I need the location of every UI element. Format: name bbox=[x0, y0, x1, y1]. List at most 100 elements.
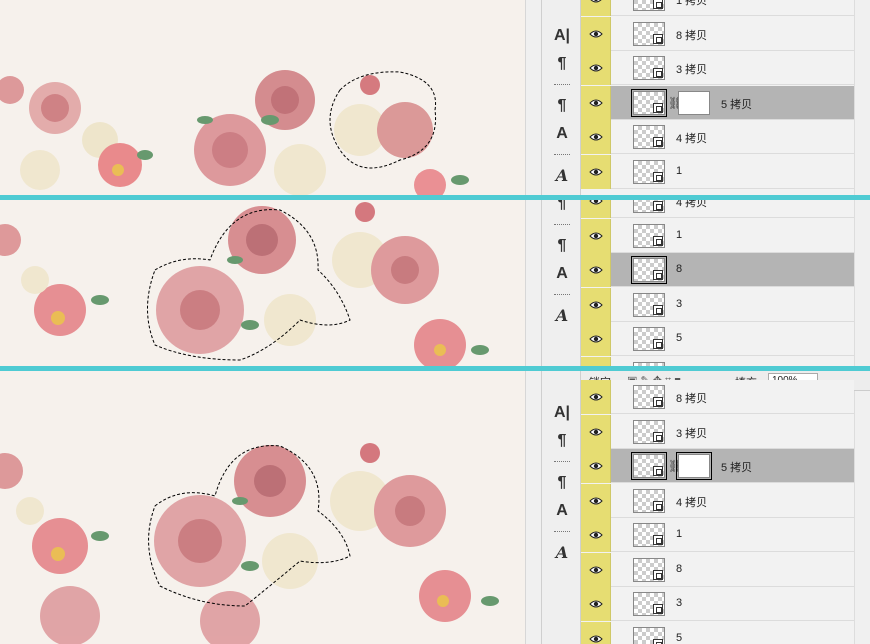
layer-thumbnail[interactable] bbox=[633, 21, 665, 46]
layer-row[interactable]: 3 bbox=[581, 587, 854, 621]
visibility-eye-icon[interactable] bbox=[581, 449, 611, 483]
layer-row[interactable]: ⛓ 5 拷贝 bbox=[581, 449, 854, 483]
layer-row[interactable]: 1 bbox=[581, 218, 854, 253]
layer-name: 8 拷贝 bbox=[676, 393, 708, 405]
layer-thumbnail[interactable] bbox=[631, 256, 667, 284]
character-panel-icon[interactable]: A| bbox=[552, 26, 572, 46]
layer-thumbnail[interactable] bbox=[633, 327, 665, 351]
layer-row[interactable] bbox=[581, 356, 854, 366]
layer-thumbnail[interactable] bbox=[633, 223, 665, 248]
smart-object-icon bbox=[653, 0, 663, 9]
layer-row[interactable]: 4 拷贝 bbox=[581, 120, 854, 154]
layer-mask-thumbnail[interactable] bbox=[676, 452, 712, 480]
layers-scrollbar[interactable] bbox=[854, 0, 870, 195]
character-style-icon[interactable]: A bbox=[552, 124, 572, 144]
layer-thumbnail[interactable] bbox=[633, 385, 665, 409]
document-canvas[interactable] bbox=[0, 371, 525, 644]
visibility-eye-icon[interactable] bbox=[581, 414, 611, 449]
visibility-eye-icon[interactable] bbox=[581, 85, 611, 120]
layers-panel: 锁定: ▣ ✎ ✥ ⌗ ■ 填充: 100% 8 拷贝3 拷贝⛓5 拷贝4 拷贝… bbox=[581, 371, 870, 644]
layer-row[interactable]: ⛓ 5 拷贝 bbox=[581, 85, 854, 120]
layer-row[interactable]: 4 拷贝 bbox=[581, 483, 854, 518]
screenshot-panel-1: A| ¶ ¶ A A 1 拷贝 8 拷贝 3 拷贝 ⛓ 5 拷贝 4 拷贝 1 bbox=[0, 0, 870, 195]
dock-grip[interactable] bbox=[554, 531, 570, 533]
panel-gap bbox=[525, 371, 541, 644]
smart-object-icon bbox=[653, 466, 663, 476]
layer-row[interactable]: 1 拷贝 bbox=[581, 0, 854, 16]
dock-grip[interactable] bbox=[554, 154, 570, 156]
layer-name: 1 bbox=[676, 164, 683, 177]
visibility-eye-icon[interactable] bbox=[581, 483, 611, 518]
visibility-eye-icon[interactable] bbox=[581, 51, 611, 85]
layer-row[interactable]: 5 bbox=[581, 621, 854, 644]
visibility-eye-icon[interactable] bbox=[581, 200, 611, 218]
visibility-eye-icon[interactable] bbox=[581, 120, 611, 154]
layers-scrollbar[interactable] bbox=[854, 391, 870, 644]
layer-row[interactable]: 5 bbox=[581, 322, 854, 356]
layer-row[interactable]: 3 拷贝 bbox=[581, 51, 854, 85]
layer-mask-thumbnail[interactable] bbox=[678, 90, 710, 115]
layer-thumbnail[interactable] bbox=[633, 488, 665, 513]
paragraph-icon[interactable]: ¶ bbox=[552, 431, 572, 451]
character-style-icon[interactable]: A bbox=[552, 264, 572, 284]
layer-row[interactable]: 8 bbox=[581, 552, 854, 587]
glyphs-icon[interactable]: A bbox=[552, 543, 572, 563]
layer-row[interactable]: 8 拷贝 bbox=[581, 16, 854, 51]
visibility-eye-icon[interactable] bbox=[581, 380, 611, 414]
visibility-eye-icon[interactable] bbox=[581, 356, 611, 366]
dock-grip[interactable] bbox=[554, 461, 570, 463]
visibility-eye-icon[interactable] bbox=[581, 218, 611, 253]
visibility-eye-icon[interactable] bbox=[581, 552, 611, 587]
layer-thumbnail[interactable] bbox=[633, 0, 665, 11]
layer-thumbnail[interactable] bbox=[633, 523, 665, 547]
screenshot-panel-3: A| ¶ ¶ A A 锁定: ▣ ✎ ✥ ⌗ ■ 填充: 100% 8 拷贝3 … bbox=[0, 371, 870, 644]
visibility-eye-icon[interactable] bbox=[581, 253, 611, 287]
layer-thumbnail[interactable] bbox=[633, 159, 665, 184]
character-style-icon[interactable]: A bbox=[552, 501, 572, 521]
layer-row[interactable]: 8 bbox=[581, 253, 854, 287]
layer-row[interactable]: 4 拷贝 bbox=[581, 200, 854, 218]
layer-thumbnail[interactable] bbox=[633, 557, 665, 582]
layers-scrollbar[interactable] bbox=[854, 200, 870, 366]
glyphs-icon[interactable]: A bbox=[552, 166, 572, 186]
layer-row[interactable]: 3 bbox=[581, 287, 854, 322]
layer-thumbnail[interactable] bbox=[633, 419, 665, 444]
document-canvas[interactable] bbox=[0, 0, 525, 195]
visibility-eye-icon[interactable] bbox=[581, 621, 611, 644]
glyphs-icon[interactable]: A bbox=[552, 306, 572, 326]
character-panel-icon[interactable]: A| bbox=[552, 403, 572, 423]
paragraph-style-icon[interactable]: ¶ bbox=[552, 236, 572, 256]
layer-row[interactable]: 8 拷贝 bbox=[581, 380, 854, 414]
layer-thumbnail[interactable] bbox=[633, 200, 665, 213]
layer-name: 3 拷贝 bbox=[676, 427, 708, 440]
visibility-eye-icon[interactable] bbox=[581, 154, 611, 189]
visibility-eye-icon[interactable] bbox=[581, 287, 611, 322]
smart-object-icon bbox=[653, 397, 663, 407]
layer-row[interactable]: 1 bbox=[581, 518, 854, 552]
layer-thumbnail[interactable] bbox=[633, 626, 665, 644]
visibility-eye-icon[interactable] bbox=[581, 587, 611, 621]
dock-grip[interactable] bbox=[554, 84, 570, 86]
panel-gap bbox=[525, 200, 541, 366]
dock-grip[interactable] bbox=[554, 294, 570, 296]
paragraph-style-icon[interactable]: ¶ bbox=[552, 473, 572, 493]
tutorial-composite: A| ¶ ¶ A A 1 拷贝 8 拷贝 3 拷贝 ⛓5 拷贝 4 拷贝 1 bbox=[0, 0, 870, 644]
smart-object-icon bbox=[653, 604, 663, 614]
layer-thumbnail[interactable] bbox=[633, 292, 665, 317]
layer-thumbnail[interactable] bbox=[633, 592, 665, 616]
document-canvas[interactable] bbox=[0, 200, 525, 366]
layer-row[interactable]: 1 bbox=[581, 154, 854, 189]
layer-thumbnail[interactable] bbox=[631, 452, 667, 480]
dock-grip[interactable] bbox=[554, 224, 570, 226]
layer-thumbnail[interactable] bbox=[631, 88, 667, 117]
paragraph-style-icon[interactable]: ¶ bbox=[552, 96, 572, 116]
layer-thumbnail[interactable] bbox=[633, 56, 665, 80]
layer-thumbnail[interactable] bbox=[633, 125, 665, 149]
visibility-eye-icon[interactable] bbox=[581, 16, 611, 51]
visibility-eye-icon[interactable] bbox=[581, 0, 611, 16]
visibility-eye-icon[interactable] bbox=[581, 322, 611, 356]
layer-row[interactable]: 3 拷贝 bbox=[581, 414, 854, 449]
paragraph-icon[interactable]: ¶ bbox=[552, 54, 572, 74]
visibility-eye-icon[interactable] bbox=[581, 518, 611, 552]
paragraph-icon[interactable]: ¶ bbox=[552, 200, 572, 214]
